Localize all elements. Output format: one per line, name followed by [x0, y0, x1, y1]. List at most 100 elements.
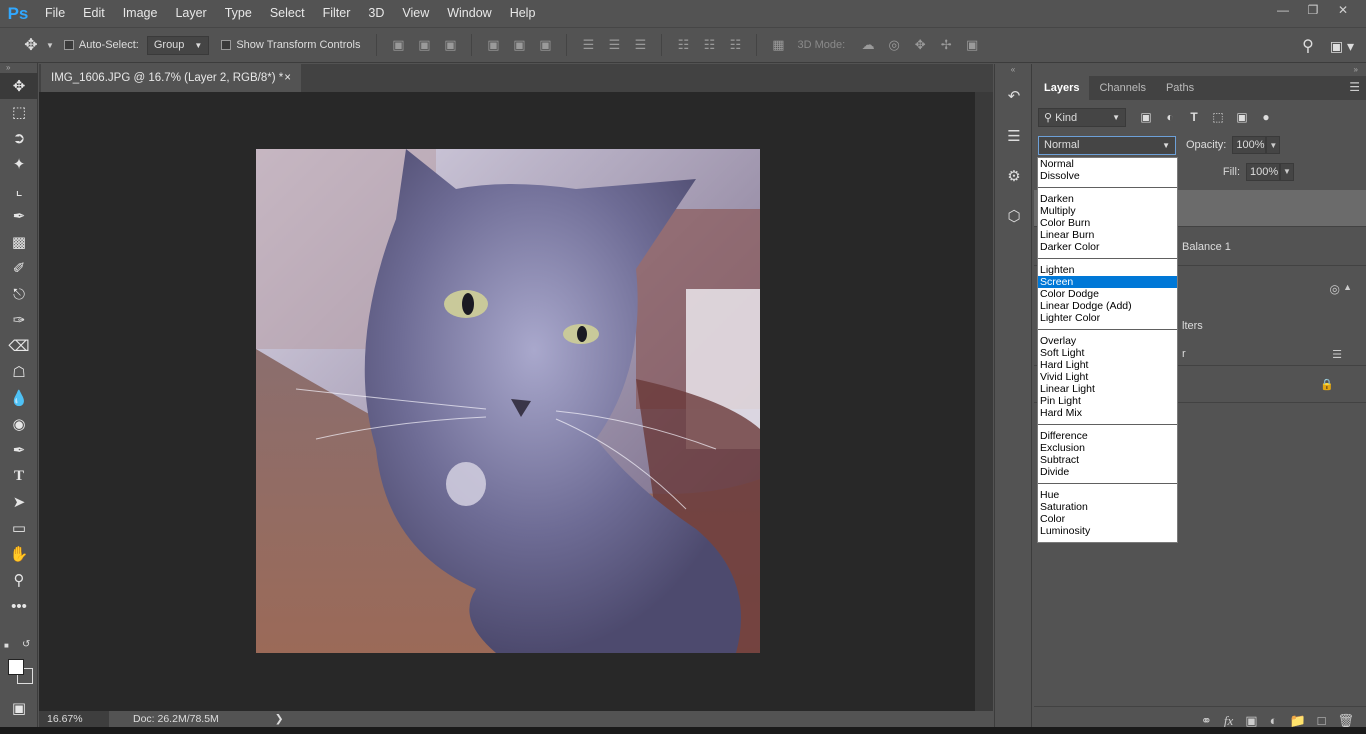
- more-tools-icon[interactable]: •••: [0, 593, 38, 619]
- blend-option-color-burn[interactable]: Color Burn: [1038, 217, 1177, 229]
- marquee-tool-icon[interactable]: ⬚: [0, 99, 38, 125]
- close-icon[interactable]: ✕: [1328, 0, 1358, 20]
- distribute-right-icon[interactable]: ☷: [722, 34, 748, 56]
- blend-option-saturation[interactable]: Saturation: [1038, 501, 1177, 513]
- blend-mode-dropdown[interactable]: Normal ▼: [1038, 135, 1176, 155]
- eraser-tool-icon[interactable]: ⌫: [0, 333, 38, 359]
- search-icon[interactable]: ⚲: [1302, 36, 1314, 56]
- auto-select-checkbox[interactable]: Auto-Select:: [63, 39, 139, 51]
- align-top-icon[interactable]: ▣: [385, 34, 411, 56]
- blend-option-hue[interactable]: Hue: [1038, 489, 1177, 501]
- blend-option-soft-light[interactable]: Soft Light: [1038, 347, 1177, 359]
- blend-option-normal[interactable]: Normal: [1038, 158, 1177, 170]
- blend-option-overlay[interactable]: Overlay: [1038, 335, 1177, 347]
- swap-colors-icon[interactable]: ↺: [22, 639, 30, 650]
- blend-option-subtract[interactable]: Subtract: [1038, 454, 1177, 466]
- adjustments-panel-icon[interactable]: ⚙: [995, 156, 1033, 196]
- blend-option-hard-mix[interactable]: Hard Mix: [1038, 407, 1177, 419]
- blend-option-vivid-light[interactable]: Vivid Light: [1038, 371, 1177, 383]
- opacity-slider-caret-icon[interactable]: ▼: [1266, 136, 1281, 154]
- lasso-tool-icon[interactable]: ➲: [0, 125, 38, 151]
- zoom-tool-icon[interactable]: ⚲: [0, 567, 38, 593]
- zoom-level[interactable]: 16.67%: [39, 711, 109, 727]
- tool-preset-caret-icon[interactable]: ▼: [46, 41, 54, 50]
- tab-paths[interactable]: Paths: [1156, 76, 1204, 100]
- 3d-pan-icon[interactable]: ✥: [907, 34, 933, 56]
- 3d-slide-icon[interactable]: ✢: [933, 34, 959, 56]
- menu-layer[interactable]: Layer: [166, 0, 215, 27]
- menu-window[interactable]: Window: [438, 0, 500, 27]
- blend-option-difference[interactable]: Difference: [1038, 430, 1177, 442]
- menu-file[interactable]: File: [36, 0, 74, 27]
- eyedropper-tool-icon[interactable]: ✒: [0, 203, 38, 229]
- document-tab[interactable]: IMG_1606.JPG @ 16.7% (Layer 2, RGB/8*) *…: [41, 64, 301, 92]
- filter-kind-dropdown[interactable]: ⚲ Kind ▼: [1038, 107, 1126, 127]
- blend-option-pin-light[interactable]: Pin Light: [1038, 395, 1177, 407]
- fill-slider-caret-icon[interactable]: ▼: [1280, 162, 1294, 181]
- align-vcenter-icon[interactable]: ▣: [411, 34, 437, 56]
- cat-photo-canvas[interactable]: [256, 149, 760, 653]
- adjustment-filter-icon[interactable]: ◐: [1158, 110, 1182, 124]
- hand-tool-icon[interactable]: ✋: [0, 541, 38, 567]
- blend-option-darken[interactable]: Darken: [1038, 193, 1177, 205]
- blend-option-lighten[interactable]: Lighten: [1038, 264, 1177, 276]
- workspace-icon[interactable]: ▣ ▾: [1330, 38, 1354, 55]
- close-tab-icon[interactable]: ×: [284, 72, 291, 84]
- dodge-tool-icon[interactable]: ◉: [0, 411, 38, 437]
- shape-filter-icon[interactable]: ⬚: [1206, 110, 1230, 124]
- menu-type[interactable]: Type: [216, 0, 261, 27]
- filter-options-icon[interactable]: ☰: [1332, 348, 1342, 361]
- menu-help[interactable]: Help: [501, 0, 545, 27]
- menu-select[interactable]: Select: [261, 0, 314, 27]
- align-bottom-icon[interactable]: ▣: [437, 34, 463, 56]
- minimize-icon[interactable]: —: [1268, 0, 1298, 20]
- blend-option-multiply[interactable]: Multiply: [1038, 205, 1177, 217]
- status-menu-icon[interactable]: ❯: [275, 713, 284, 725]
- blend-option-luminosity[interactable]: Luminosity: [1038, 525, 1177, 537]
- path-selection-tool-icon[interactable]: ➤: [0, 489, 38, 515]
- history-brush-tool-icon[interactable]: ✑: [0, 307, 38, 333]
- move-tool-icon[interactable]: ✥: [0, 73, 38, 99]
- align-left-icon[interactable]: ▣: [480, 34, 506, 56]
- align-hcenter-icon[interactable]: ▣: [506, 34, 532, 56]
- blend-option-linear-light[interactable]: Linear Light: [1038, 383, 1177, 395]
- blend-option-linear-burn[interactable]: Linear Burn: [1038, 229, 1177, 241]
- paint-bucket-tool-icon[interactable]: ☖: [0, 359, 38, 385]
- menu-edit[interactable]: Edit: [74, 0, 114, 27]
- blend-option-lighter-color[interactable]: Lighter Color: [1038, 312, 1177, 324]
- vertical-scrollbar[interactable]: [975, 92, 993, 711]
- distribute-bottom-icon[interactable]: ☰: [627, 34, 653, 56]
- fill-input[interactable]: 100%: [1246, 162, 1280, 181]
- 3d-panel-icon[interactable]: ⬡: [995, 196, 1033, 236]
- blur-tool-icon[interactable]: 💧: [0, 385, 38, 411]
- crop-tool-icon[interactable]: ⌞: [0, 177, 38, 203]
- blend-option-darker-color[interactable]: Darker Color: [1038, 241, 1177, 253]
- tab-channels[interactable]: Channels: [1089, 76, 1155, 100]
- canvas-area[interactable]: [39, 92, 975, 711]
- new-layer-icon[interactable]: □: [1318, 713, 1326, 728]
- panel-collapse-icon[interactable]: »: [1034, 64, 1366, 76]
- distribute-left-icon[interactable]: ☷: [670, 34, 696, 56]
- tab-layers[interactable]: Layers: [1034, 76, 1090, 100]
- pen-tool-icon[interactable]: ✒: [0, 437, 38, 463]
- blend-option-exclusion[interactable]: Exclusion: [1038, 442, 1177, 454]
- chevron-up-icon[interactable]: ▲: [1343, 282, 1352, 292]
- brush-tool-icon[interactable]: ✐: [0, 255, 38, 281]
- show-transform-checkbox[interactable]: Show Transform Controls: [221, 39, 360, 51]
- move-tool-icon[interactable]: ✥: [20, 34, 42, 56]
- type-tool-icon[interactable]: T: [0, 463, 38, 489]
- show-transform-check-icon[interactable]: [221, 40, 232, 50]
- auto-select-check-icon[interactable]: [63, 40, 74, 50]
- panel-collapse-icon[interactable]: »: [0, 63, 37, 73]
- properties-panel-icon[interactable]: ☰: [995, 116, 1033, 156]
- type-filter-icon[interactable]: T: [1182, 110, 1206, 124]
- history-panel-icon[interactable]: ↶: [995, 76, 1033, 116]
- healing-brush-tool-icon[interactable]: ▩: [0, 229, 38, 255]
- menu-filter[interactable]: Filter: [314, 0, 360, 27]
- quick-selection-tool-icon[interactable]: ✦: [0, 151, 38, 177]
- restore-icon[interactable]: ❐: [1298, 0, 1328, 20]
- strip-collapse-icon[interactable]: «: [995, 64, 1031, 76]
- filter-toggle-icon[interactable]: ●: [1254, 110, 1278, 124]
- 3d-scale-icon[interactable]: ▣: [959, 34, 985, 56]
- menu-view[interactable]: View: [393, 0, 438, 27]
